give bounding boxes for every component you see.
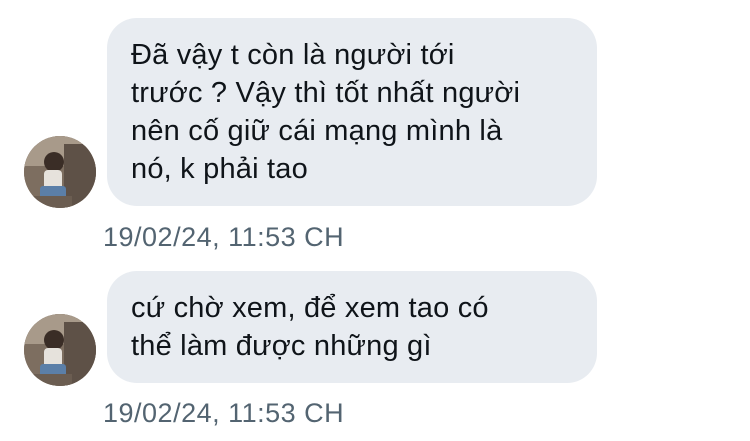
- message-text-line: trước ? Vậy thì tốt nhất người: [131, 77, 521, 109]
- message-text-line: nó, k phải tao: [131, 153, 308, 185]
- message-timestamp: 19/02/24, 11:53 CH: [103, 222, 345, 252]
- message-text-line: Đã vậy t còn là người tới: [131, 39, 455, 71]
- sender-avatar[interactable]: [24, 314, 96, 386]
- message-bubble[interactable]: Đã vậy t còn là người tới trước ? Vậy th…: [107, 18, 597, 206]
- avatar-photo-icon: [24, 136, 96, 208]
- message-timestamp: 19/02/24, 11:53 CH: [103, 398, 345, 428]
- message-text-line: thể làm được những gì: [131, 330, 432, 362]
- message-text-line: nên cố giữ cái mạng mình là: [131, 115, 503, 147]
- message-text-line: cứ chờ xem, để xem tao có: [131, 292, 489, 324]
- sender-avatar[interactable]: [24, 136, 96, 208]
- message-bubble[interactable]: cứ chờ xem, để xem tao có thể làm được n…: [107, 271, 597, 383]
- avatar-photo-icon: [24, 314, 96, 386]
